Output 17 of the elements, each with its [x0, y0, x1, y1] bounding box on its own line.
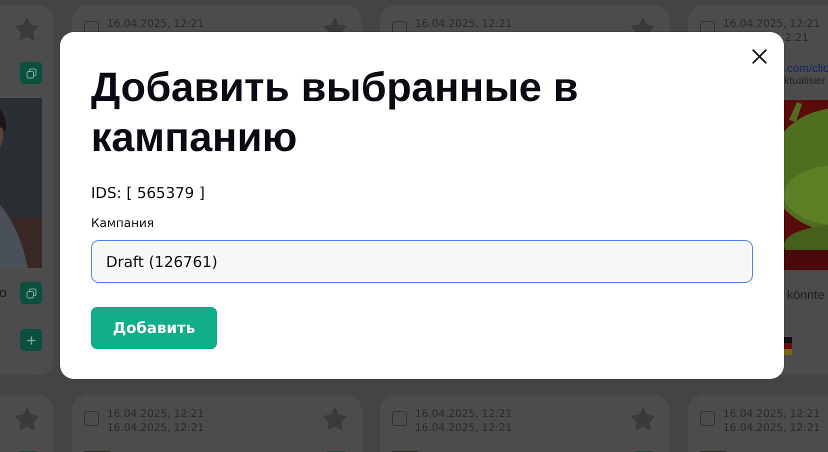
add-button[interactable]: Добавить — [91, 307, 217, 349]
copy-button[interactable] — [20, 282, 42, 304]
ids-text: IDS: [ 565379 ] — [91, 184, 205, 202]
copy-button[interactable] — [20, 62, 42, 84]
link[interactable]: .com/clic — [784, 63, 828, 75]
copy-icon — [24, 286, 38, 300]
checkbox[interactable] — [700, 411, 715, 426]
checkbox[interactable] — [392, 411, 407, 426]
field-label: Кампания — [91, 216, 154, 230]
copy-icon — [24, 66, 38, 80]
flag-icon — [784, 337, 792, 355]
plus-icon — [24, 334, 38, 346]
add-button[interactable] — [20, 329, 42, 351]
dialog-title: Добавить выбранные в кампанию — [91, 63, 580, 162]
close-icon[interactable] — [751, 48, 768, 65]
checkbox[interactable] — [84, 411, 99, 426]
campaign-field[interactable]: Draft (126761) — [91, 240, 753, 283]
